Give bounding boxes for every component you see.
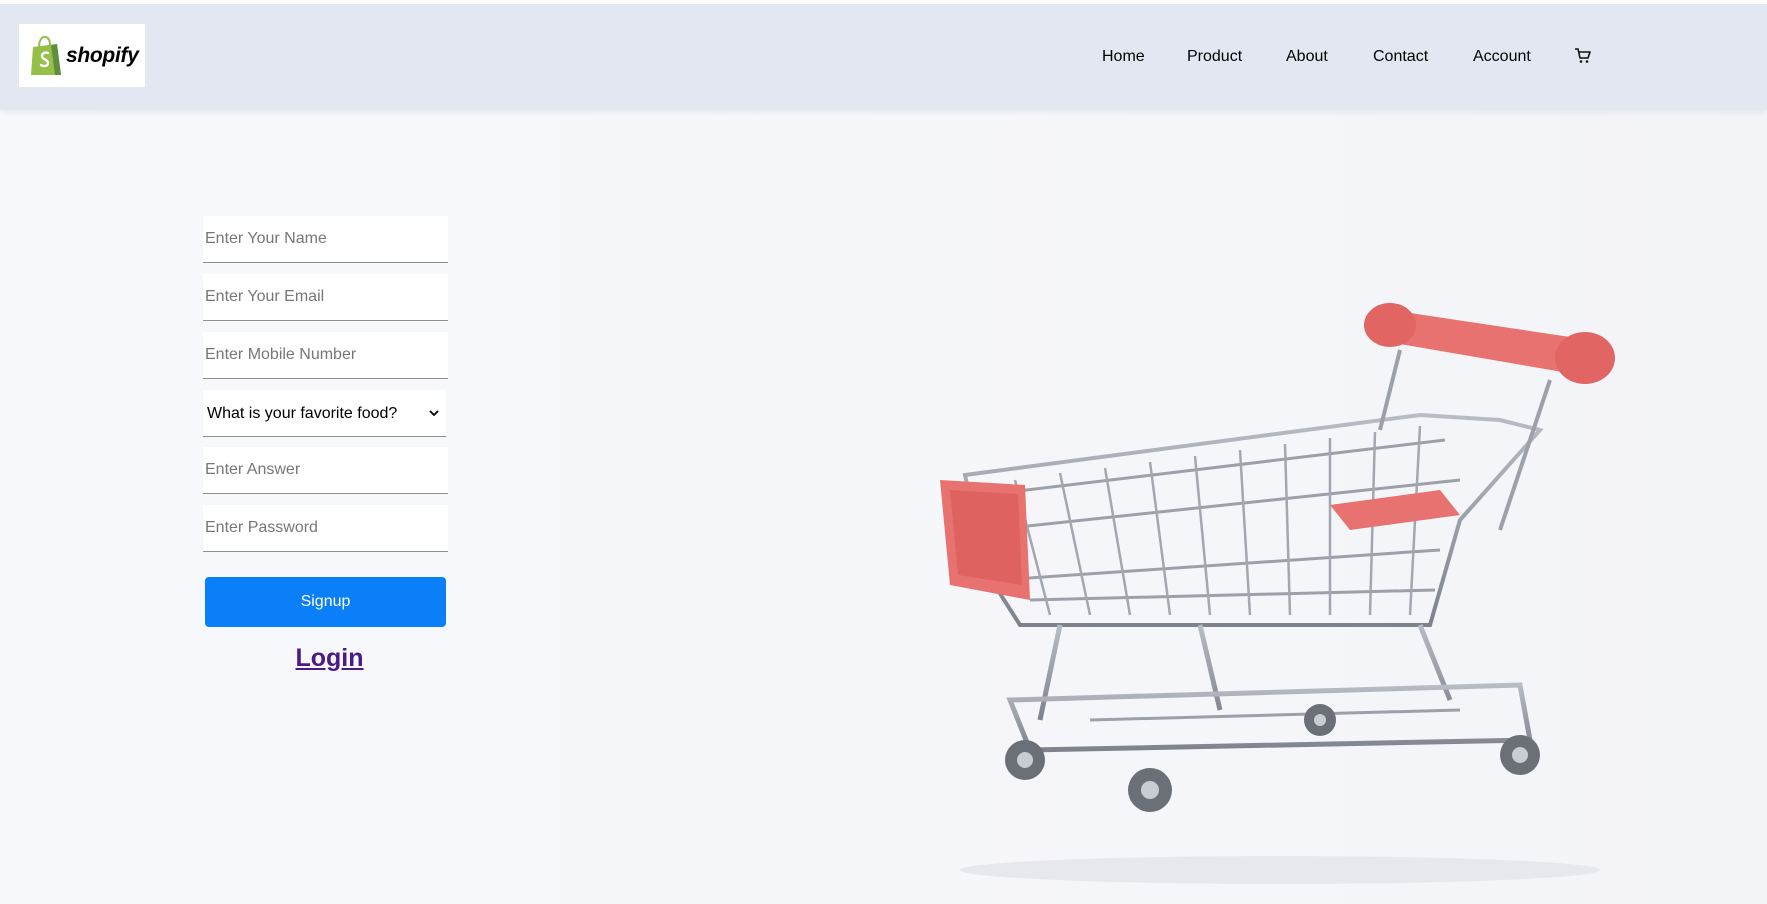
page: shopify Home Product About Contact Accou… (0, 0, 1767, 904)
shopping-cart-image (940, 303, 1615, 884)
nav-about[interactable]: About (1286, 48, 1328, 66)
email-field[interactable] (203, 274, 448, 321)
name-field[interactable] (203, 216, 448, 263)
signup-button[interactable]: Signup (205, 577, 446, 627)
nav-product[interactable]: Product (1187, 48, 1242, 66)
brand-name: shopify (66, 43, 139, 67)
password-field[interactable] (203, 505, 448, 552)
shopify-bag-icon (31, 35, 61, 75)
main-nav: Home Product About Contact Account (1067, 46, 1767, 70)
nav-account[interactable]: Account (1473, 48, 1531, 66)
security-question-select[interactable]: What is your favorite food? (203, 390, 446, 437)
answer-field[interactable] (203, 447, 448, 494)
signup-form: What is your favorite food? Signup Login (203, 216, 448, 673)
shopping-cart-icon[interactable] (1574, 47, 1592, 65)
mobile-field[interactable] (203, 332, 448, 379)
shopify-logo[interactable]: shopify (19, 24, 145, 87)
security-question-dropdown[interactable]: What is your favorite food? (203, 390, 446, 436)
navbar: shopify Home Product About Contact Accou… (0, 4, 1767, 110)
login-link[interactable]: Login (207, 644, 452, 673)
nav-contact[interactable]: Contact (1373, 48, 1428, 66)
nav-home[interactable]: Home (1102, 48, 1145, 66)
